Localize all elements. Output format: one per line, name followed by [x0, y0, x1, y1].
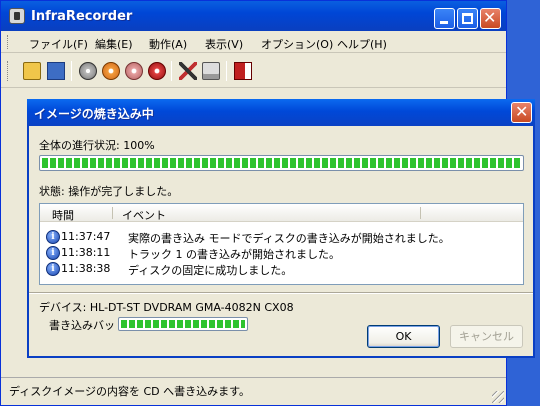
event-time: 11:38:11 [61, 246, 111, 259]
save-icon[interactable] [47, 62, 65, 80]
column-divider[interactable] [112, 207, 113, 219]
window-title: InfraRecorder [31, 9, 133, 24]
event-message: ディスクの固定に成功しました。 [128, 264, 293, 277]
toolbar [1, 54, 506, 88]
main-titlebar[interactable]: InfraRecorder ✕ [1, 1, 506, 31]
dialog-titlebar[interactable]: イメージの焼き込み中 ✕ [27, 99, 535, 126]
menubar: ファイル(F) 編集(E) 動作(A) 表示(V) オプション(O) ヘルプ(H… [1, 31, 506, 53]
menu-edit[interactable]: 編集(E) [95, 36, 133, 52]
burn-disc-icon[interactable] [102, 62, 120, 80]
cancel-button[interactable]: キャンセル [450, 325, 523, 348]
copy-disc-icon[interactable] [125, 62, 143, 80]
buffer-progress-bar [118, 317, 248, 331]
column-header-time[interactable]: 時間 [52, 207, 74, 223]
event-message: 実際の書き込み モードでディスクの書き込みが開始されました。 [128, 232, 450, 245]
device-label: デバイス: HL-DT-ST DVDRAM GMA-4082N CX08 [39, 301, 294, 314]
ok-button[interactable]: OK [367, 325, 440, 348]
status-label: 状態: 操作が完了しました。 [39, 185, 179, 198]
overall-progress-bar [39, 155, 524, 171]
maximize-icon [462, 13, 473, 24]
tools-icon[interactable] [179, 62, 197, 80]
menu-action[interactable]: 動作(A) [149, 36, 187, 52]
menu-file[interactable]: ファイル(F) [29, 36, 88, 52]
menu-view[interactable]: 表示(V) [205, 36, 243, 52]
event-time: 11:37:47 [61, 230, 111, 243]
statusbar: ディスクイメージの内容を CD へ書き込みます。 [1, 377, 506, 405]
toolbar-separator [226, 61, 227, 81]
dialog-close-button[interactable]: ✕ [511, 102, 532, 123]
dialog-divider [29, 292, 533, 294]
overall-progress-fill [42, 158, 521, 168]
menubar-grip[interactable] [7, 35, 10, 49]
overall-progress-label: 全体の進行状況: 100% [39, 139, 155, 152]
event-time: 11:38:38 [61, 262, 111, 275]
drive-icon[interactable] [202, 62, 220, 80]
open-icon[interactable] [23, 62, 41, 80]
event-message: トラック 1 の書き込みが開始されました。 [128, 248, 340, 261]
minimize-icon [440, 21, 448, 24]
info-icon: i [46, 262, 60, 276]
buffer-progress-fill [121, 320, 245, 328]
toolbar-grip[interactable] [7, 61, 10, 81]
maximize-button[interactable] [457, 8, 478, 29]
burn-image-dialog: イメージの焼き込み中 ✕ 全体の進行状況: 100% 状態: 操作が完了しました… [27, 99, 535, 358]
exit-icon[interactable] [234, 62, 252, 80]
menu-options[interactable]: オプション(O) [261, 36, 333, 52]
column-header-event[interactable]: イベント [122, 207, 166, 223]
buffer-label: 書き込みバッ [49, 319, 115, 332]
event-log-list[interactable]: 時間 イベント i 11:37:47 実際の書き込み モードでディスクの書き込み… [39, 203, 524, 285]
info-icon: i [46, 230, 60, 244]
dialog-title: イメージの焼き込み中 [34, 107, 154, 121]
resize-grip[interactable] [492, 391, 504, 403]
toolbar-separator [171, 61, 172, 81]
column-divider[interactable] [420, 207, 421, 219]
minimize-button[interactable] [434, 8, 455, 29]
erase-disc-icon[interactable] [148, 62, 166, 80]
app-icon [9, 8, 25, 24]
close-icon: ✕ [515, 102, 529, 121]
disc-icon[interactable] [79, 62, 97, 80]
close-icon: ✕ [483, 8, 497, 27]
close-button[interactable]: ✕ [480, 8, 501, 29]
menu-help[interactable]: ヘルプ(H) [337, 36, 387, 52]
toolbar-separator [71, 61, 72, 81]
event-log-header: 時間 イベント [40, 204, 523, 222]
info-icon: i [46, 246, 60, 260]
status-text: ディスクイメージの内容を CD へ書き込みます。 [9, 385, 251, 398]
